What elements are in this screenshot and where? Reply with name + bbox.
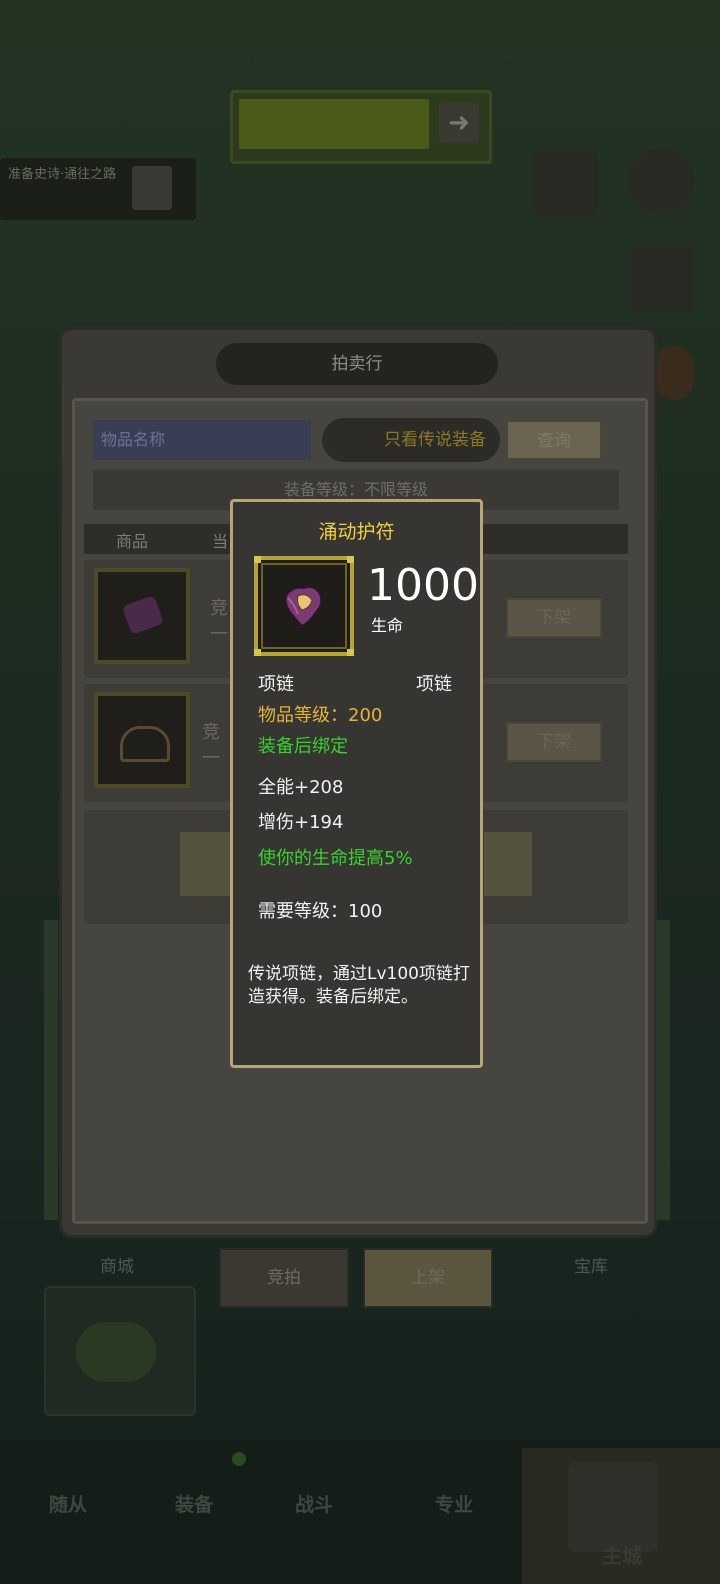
item-slot: 项链 xyxy=(258,674,294,695)
amulet-icon xyxy=(284,585,323,628)
column-goods: 商品 xyxy=(116,532,149,551)
side-card xyxy=(656,920,670,1220)
event-icon[interactable] xyxy=(654,346,694,400)
gear-icon[interactable] xyxy=(628,148,694,214)
item-primary-value: 1000 xyxy=(367,560,479,611)
button-fragment xyxy=(484,832,532,896)
required-level: 需要等级：100 xyxy=(258,901,383,922)
shop-icon[interactable] xyxy=(628,246,694,312)
button-fragment xyxy=(180,832,230,896)
item-description: 传说项链，通过Lv100项链打造获得。装备后绑定。 xyxy=(248,964,470,1007)
item-primary-stat: 生命 xyxy=(371,616,404,635)
top-banner[interactable]: ➜ xyxy=(230,90,492,164)
dragon-icon xyxy=(76,1322,156,1382)
row-subtext: 一 xyxy=(210,624,228,645)
arrow-right-icon[interactable]: ➜ xyxy=(439,103,479,143)
item-name: 涌动护符 xyxy=(318,521,395,543)
quest-icon xyxy=(132,166,172,210)
nav-city: 主城 xyxy=(602,1544,642,1568)
quest-tracker[interactable]: 准备史诗·通往之路 xyxy=(0,158,196,220)
nav-equipment[interactable]: 装备 xyxy=(134,1480,254,1530)
column-current: 当 xyxy=(212,532,229,551)
item-level: 物品等级：200 xyxy=(258,705,383,726)
row-text: 竞 xyxy=(210,598,228,619)
item-thumbnail xyxy=(94,568,190,664)
tab-auction[interactable]: 竞拍 xyxy=(219,1248,349,1308)
tab-list[interactable]: 上架 xyxy=(363,1248,493,1308)
book-icon[interactable] xyxy=(532,150,598,216)
amulet-icon xyxy=(121,595,165,635)
item-icon-frame xyxy=(254,556,354,656)
item-thumbnail xyxy=(94,692,190,788)
notification-dot xyxy=(232,1452,246,1466)
wings-icon xyxy=(120,726,170,762)
item-effect: 使你的生命提高5% xyxy=(258,848,413,869)
nav-city-tile[interactable]: 主城 xyxy=(522,1448,720,1584)
legend-only-toggle[interactable]: 只看传说装备 xyxy=(322,418,500,462)
shop-label[interactable]: 商城 xyxy=(100,1252,134,1277)
stat-damage-increase: 增伤+194 xyxy=(258,812,344,833)
panel-title: 拍卖行 xyxy=(216,343,498,385)
delist-button[interactable]: 下架 xyxy=(506,598,602,638)
nav-battle[interactable]: 战斗 xyxy=(254,1480,374,1530)
banner-label xyxy=(239,99,429,149)
vault-label[interactable]: 宝库 xyxy=(574,1252,608,1277)
row-text: 竞 xyxy=(202,722,220,743)
stat-versatility: 全能+208 xyxy=(258,777,344,798)
nav-profession[interactable]: 专业 xyxy=(394,1480,514,1530)
item-type: 项链 xyxy=(416,674,452,695)
search-input[interactable]: 物品名称 xyxy=(93,420,311,460)
bind-type: 装备后绑定 xyxy=(258,736,348,757)
query-button[interactable]: 查询 xyxy=(506,420,602,460)
row-subtext: 一 xyxy=(202,748,220,769)
side-card xyxy=(44,920,58,1220)
nav-followers[interactable]: 随从 xyxy=(8,1480,128,1530)
pet-portrait[interactable] xyxy=(44,1286,196,1416)
quest-text: 准备史诗·通往之路 xyxy=(8,167,117,182)
castle-icon xyxy=(568,1462,658,1552)
delist-button[interactable]: 下架 xyxy=(506,722,602,762)
